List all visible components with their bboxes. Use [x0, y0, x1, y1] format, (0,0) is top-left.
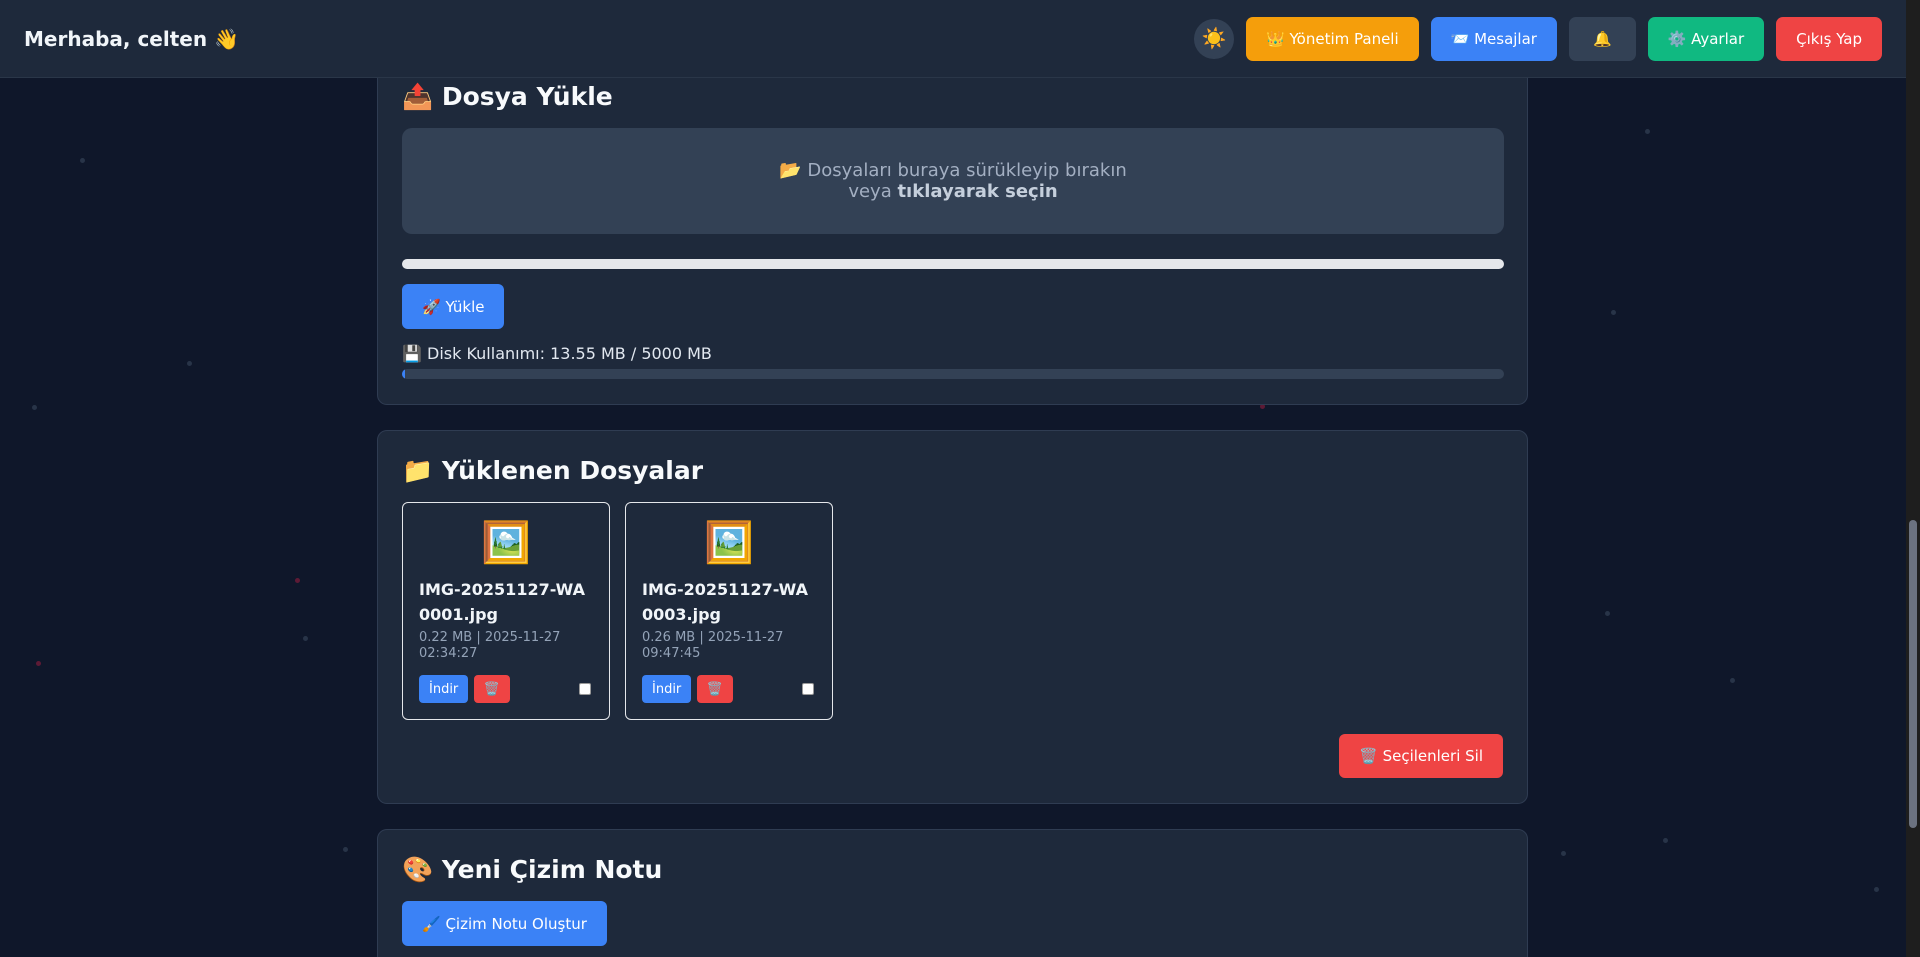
drawing-note-section: 🎨 Yeni Çizim Notu 🖌️ Çizim Notu Oluştur	[377, 829, 1528, 957]
drop-zone-line2: veya tıklayarak seçin	[848, 181, 1058, 202]
scrollbar-thumb[interactable]	[1909, 520, 1917, 828]
file-name: IMG-20251127-WA0001.jpg	[419, 580, 585, 624]
upload-title: 📤 Dosya Yükle	[402, 82, 613, 111]
file-meta: 0.26 MB | 2025-11-27 09:47:45	[642, 630, 784, 661]
delete-file-button[interactable]: 🗑️	[474, 675, 510, 703]
image-file-icon: 🖼️	[704, 520, 754, 566]
uploaded-files-title: 📁 Yüklenen Dosyalar	[402, 456, 704, 485]
create-drawing-note-button[interactable]: 🖌️ Çizim Notu Oluştur	[402, 901, 607, 946]
greeting-text: Merhaba, celten 👋	[24, 26, 239, 51]
theme-toggle-button[interactable]: ☀️	[1194, 18, 1235, 59]
drawing-note-title: 🎨 Yeni Çizim Notu	[402, 855, 663, 884]
upload-progress-bar	[402, 259, 1504, 269]
download-button[interactable]: İndir	[419, 675, 469, 703]
top-navigation-bar: Merhaba, celten 👋 ☀️ 👑 Yönetim Paneli 📨 …	[0, 0, 1906, 78]
file-meta: 0.22 MB | 2025-11-27 02:34:27	[419, 630, 561, 661]
admin-panel-button[interactable]: 👑 Yönetim Paneli	[1246, 16, 1419, 61]
file-drop-zone[interactable]: 📂 Dosyaları buraya sürükleyip bırakın ve…	[402, 128, 1504, 234]
file-name: IMG-20251127-WA0003.jpg	[642, 580, 808, 624]
page-scrollbar[interactable]	[1906, 0, 1920, 957]
drop-zone-line1: 📂 Dosyaları buraya sürükleyip bırakın	[779, 160, 1127, 181]
image-file-icon: 🖼️	[481, 520, 531, 566]
upload-button[interactable]: 🚀 Yükle	[402, 284, 505, 329]
notifications-button[interactable]: 🔔	[1568, 16, 1636, 61]
file-select-checkbox[interactable]	[579, 683, 591, 695]
file-card: 🖼️ IMG-20251127-WA0003.jpg 0.26 MB | 202…	[625, 502, 833, 720]
messages-button[interactable]: 📨 Mesajlar	[1430, 16, 1557, 61]
uploaded-files-section: 📁 Yüklenen Dosyalar 🖼️ IMG-20251127-WA00…	[377, 430, 1528, 804]
header-actions: ☀️ 👑 Yönetim Paneli 📨 Mesajlar 🔔 ⚙️ Ayar…	[1194, 16, 1882, 61]
settings-button[interactable]: ⚙️ Ayarlar	[1647, 16, 1765, 61]
disk-usage-fill	[402, 369, 405, 379]
file-select-checkbox[interactable]	[802, 683, 814, 695]
upload-section: 📤 Dosya Yükle 📂 Dosyaları buraya sürükle…	[377, 46, 1528, 405]
logout-button[interactable]: Çıkış Yap	[1776, 16, 1882, 61]
delete-file-button[interactable]: 🗑️	[697, 675, 733, 703]
file-card: 🖼️ IMG-20251127-WA0001.jpg 0.22 MB | 202…	[402, 502, 610, 720]
delete-selected-button[interactable]: 🗑️ Seçilenleri Sil	[1339, 734, 1503, 778]
disk-usage-bar	[402, 369, 1504, 379]
disk-usage-label: 💾 Disk Kullanımı: 13.55 MB / 5000 MB	[402, 344, 712, 363]
download-button[interactable]: İndir	[642, 675, 692, 703]
